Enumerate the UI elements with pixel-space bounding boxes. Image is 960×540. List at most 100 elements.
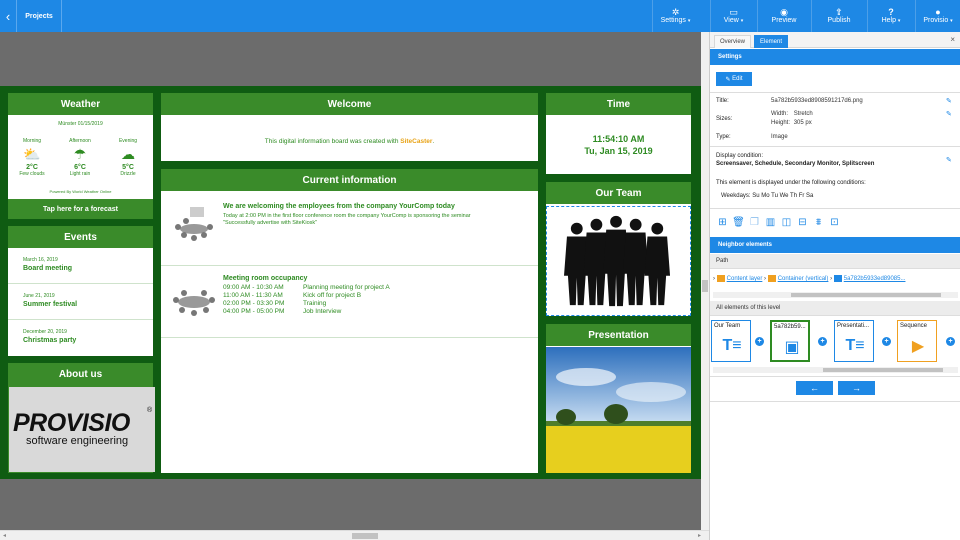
close-icon[interactable]: × — [950, 35, 955, 44]
chevron-left-icon: ‹ — [5, 8, 11, 24]
scroll-right-icon[interactable]: ▸ — [698, 532, 701, 539]
team-image-selected[interactable] — [546, 206, 691, 316]
presentation-title: Presentation — [546, 324, 691, 346]
weekdays-text: Weekdays: Su Mo Tu We Th Fr Sa — [721, 193, 814, 199]
cards-scrollbar[interactable] — [713, 367, 958, 373]
drizzle-cloud-icon: ☁ — [121, 146, 135, 162]
breadcrumb: › Content layer › Container (vertical) ›… — [713, 275, 906, 283]
path-row: Path — [710, 254, 960, 269]
scroll-thumb[interactable] — [352, 533, 378, 539]
canvas-horizontal-scrollbar[interactable]: ◂ ▸ — [0, 530, 709, 540]
copy-icon[interactable]: ❐ — [748, 216, 761, 229]
insert-plus-icon[interactable]: + — [882, 337, 891, 346]
team-silhouette-image — [564, 215, 671, 307]
delete-icon[interactable]: 🗑 — [732, 216, 745, 229]
pencil-icon: ✎ — [725, 76, 733, 83]
edit-sizes-icon[interactable]: ✎ — [946, 110, 952, 118]
insert-plus-icon[interactable]: + — [755, 337, 764, 346]
insert-plus-icon[interactable]: + — [818, 337, 827, 346]
event-item[interactable]: June 21, 2019 Summer festival — [8, 284, 153, 320]
layers-icon[interactable]: ⩩ — [812, 216, 825, 229]
forecast-button[interactable]: Tap here for a forecast — [8, 199, 153, 219]
align-left-icon[interactable]: ▥ — [764, 216, 777, 229]
back-button[interactable]: ‹ — [0, 0, 16, 32]
rain-cloud-icon: ☂ — [73, 146, 87, 162]
element-card-presentation[interactable]: Presentati... T≡ — [834, 320, 874, 362]
arrow-left-icon: ← — [810, 383, 819, 393]
settings-menu[interactable]: ✲ Settings ▾ — [653, 0, 698, 32]
path-scrollbar[interactable] — [713, 292, 958, 298]
weather-title: Weather — [8, 93, 153, 115]
info-item[interactable]: We are welcoming the employees from the … — [161, 191, 538, 266]
info-board: Weather Münster 01/15/2019 Morning ⛅ 2°C… — [0, 86, 701, 479]
edit-button[interactable]: ✎ Edit — [716, 72, 752, 86]
all-elements-row: All elements of this level — [710, 301, 960, 316]
preview-icon: ◉ — [780, 7, 788, 17]
next-element-button[interactable]: → — [838, 381, 875, 395]
scroll-thumb[interactable] — [823, 368, 943, 372]
user-icon: ● — [935, 7, 941, 17]
about-title: About us — [8, 363, 153, 385]
title-value: 5a782b5933ed8908591217d6.png — [771, 98, 863, 104]
gear-icon: ✲ — [671, 7, 680, 17]
scroll-thumb[interactable] — [791, 293, 941, 297]
meeting-room-image — [173, 290, 215, 316]
weather-widget[interactable]: Weather Münster 01/15/2019 Morning ⛅ 2°C… — [8, 93, 153, 219]
weather-powered-by: Powered By World Weather Online — [49, 189, 112, 194]
text-icon: T≡ — [845, 337, 865, 354]
user-menu[interactable]: ● Provisio ▾ — [916, 0, 960, 32]
weather-morning: Morning ⛅ 2°C Few clouds — [12, 138, 52, 177]
projects-button[interactable]: Projects — [16, 0, 62, 32]
info-item[interactable]: Meeting room occupancy 09:00 AM - 10:30 … — [161, 266, 538, 338]
previous-element-button[interactable]: ← — [796, 381, 833, 395]
canvas-vertical-scrollbar[interactable] — [701, 32, 709, 530]
add-element-icon[interactable]: ⊞ — [716, 216, 729, 229]
panel-tabs: Overview Element × — [710, 32, 960, 48]
weather-afternoon: Afternoon ☂ 6°C Light rain — [60, 138, 100, 177]
time-title: Time — [546, 93, 691, 115]
settings-header: Settings — [710, 49, 960, 65]
expand-icon[interactable]: ⊡ — [828, 216, 841, 229]
element-card-our-team[interactable]: Our Team T≡ — [711, 320, 751, 362]
presentation-widget[interactable]: Presentation — [546, 324, 691, 473]
insert-plus-icon[interactable]: + — [946, 337, 955, 346]
team-widget[interactable]: Our Team — [546, 182, 691, 316]
partly-cloudy-icon: ⛅ — [23, 146, 41, 162]
tab-element[interactable]: Element — [754, 35, 789, 48]
welcome-text: This digital information board was creat… — [264, 138, 435, 145]
play-icon: ▶ — [911, 338, 925, 355]
image-icon: ▣ — [784, 339, 800, 356]
split-vertical-icon[interactable]: ◫ — [780, 216, 793, 229]
element-toolbar: ⊞ 🗑 ❐ ▥ ◫ ⊟ ⩩ ⊡ — [716, 216, 841, 230]
schedule-list: 09:00 AM - 10:30 AM Planning meeting for … — [223, 284, 390, 315]
view-menu[interactable]: ▭ View ▾ — [711, 0, 756, 32]
element-card-image[interactable]: 5a782b59... ▣ — [770, 320, 810, 362]
scroll-left-icon[interactable]: ◂ — [3, 532, 6, 539]
weather-date: Münster 01/15/2019 — [58, 121, 103, 127]
team-title: Our Team — [546, 182, 691, 204]
publish-button[interactable]: ⇪ Publish — [812, 0, 866, 32]
container-icon — [767, 275, 776, 282]
time-widget[interactable]: Time 11:54:10 AM Tu, Jan 15, 2019 — [546, 93, 691, 174]
help-menu[interactable]: ? Help ▾ — [868, 0, 914, 32]
edit-display-icon[interactable]: ✎ — [946, 156, 952, 164]
preview-button[interactable]: ◉ Preview — [758, 0, 810, 32]
current-info-widget[interactable]: Current information We are welcoming the… — [161, 169, 538, 473]
text-icon: T≡ — [722, 337, 742, 354]
welcome-title: Welcome — [161, 93, 538, 115]
current-info-title: Current information — [161, 169, 538, 191]
image-icon — [833, 275, 842, 282]
events-widget[interactable]: Events March 16, 2019 Board meeting June… — [8, 226, 153, 356]
scroll-thumb[interactable] — [702, 280, 708, 292]
events-title: Events — [8, 226, 153, 248]
welcome-widget[interactable]: Welcome This digital information board w… — [161, 93, 538, 161]
event-item[interactable]: March 16, 2019 Board meeting — [8, 248, 153, 284]
event-item[interactable]: December 20, 2019 Christmas party — [8, 320, 153, 356]
element-card-sequence[interactable]: Sequence ▶ — [897, 320, 937, 362]
weather-evening: Evening ☁ 5°C Drizzle — [108, 138, 148, 177]
split-horizontal-icon[interactable]: ⊟ — [796, 216, 809, 229]
tab-overview[interactable]: Overview — [714, 35, 752, 48]
about-widget[interactable]: About us PROVISIO ® software engineering — [8, 363, 155, 473]
edit-title-icon[interactable]: ✎ — [946, 97, 952, 105]
arrow-right-icon: → — [852, 383, 861, 393]
